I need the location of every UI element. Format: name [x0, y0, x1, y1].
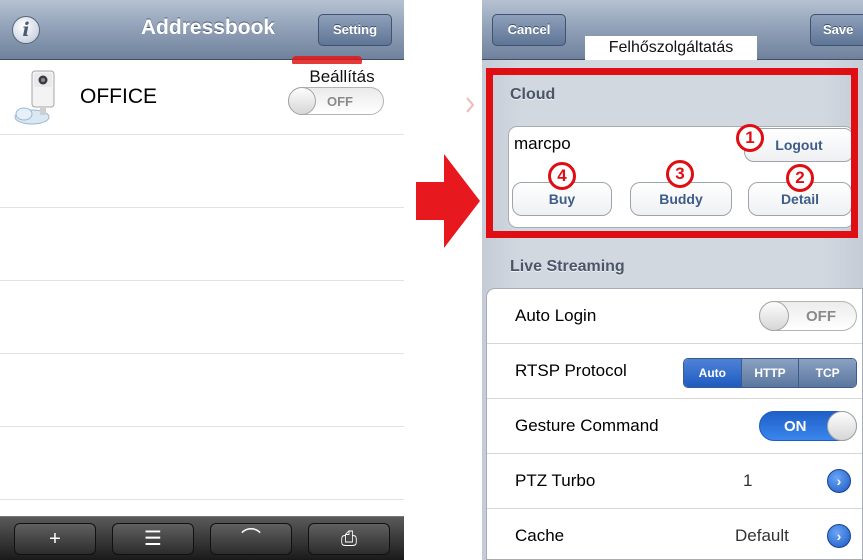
list-item[interactable]: OFFICE OFF: [0, 61, 404, 135]
cache-value: Default: [735, 526, 789, 545]
edit-list-icon[interactable]: ☰: [112, 523, 194, 555]
rtsp-protocol-segmented-control: Auto HTTP TCP: [683, 358, 857, 388]
auto-login-row: Auto Login OFF: [487, 289, 862, 344]
toggle-knob: [827, 411, 857, 441]
addressbook-screen: i Addressbook Setting Beállítás OFFICE O…: [0, 0, 404, 560]
cloud-callout-label: Felhőszolgáltatás: [585, 36, 757, 60]
right-arrow-icon: [416, 154, 480, 248]
auto-login-label: Auto Login: [515, 306, 597, 325]
segment-tcp[interactable]: TCP: [798, 359, 856, 387]
cache-row[interactable]: Cache Default ›: [487, 509, 862, 559]
addressbook-navbar: i Addressbook Setting: [0, 0, 404, 60]
settings-screen: Cancel Save Felhőszolgáltatás Cloud marc…: [482, 0, 863, 560]
info-icon[interactable]: i: [12, 16, 40, 44]
list-item-empty: [0, 281, 404, 354]
toggle-state-label: OFF: [806, 308, 836, 325]
live-streaming-card: Auto Login OFF RTSP Protocol Auto HTTP T…: [486, 288, 863, 560]
gesture-command-label: Gesture Command: [515, 416, 659, 435]
list-item-empty: [0, 208, 404, 281]
list-item-empty: [0, 135, 404, 208]
rtsp-protocol-label: RTSP Protocol: [515, 361, 627, 380]
cache-label: Cache: [515, 526, 565, 545]
list-item-empty: [0, 427, 404, 500]
save-button[interactable]: Save: [810, 14, 863, 46]
setting-button[interactable]: Setting: [318, 14, 392, 46]
gesture-command-row: Gesture Command ON: [487, 399, 862, 454]
cloud-highlight-frame: [486, 68, 858, 238]
chevron-right-icon[interactable]: ›: [827, 469, 851, 493]
print-icon[interactable]: ⎙: [308, 523, 390, 555]
device-list: OFFICE OFF: [0, 61, 404, 500]
page-title: Addressbook: [140, 16, 276, 39]
camera-icon: [14, 70, 55, 125]
ptz-turbo-label: PTZ Turbo: [515, 471, 596, 490]
live-streaming-section-label: Live Streaming: [510, 258, 625, 275]
rtsp-protocol-row: RTSP Protocol Auto HTTP TCP: [487, 344, 862, 399]
list-item-empty: [0, 354, 404, 427]
bottom-toolbar: + ☰ ⌒ ⎙: [0, 516, 404, 560]
auto-login-toggle[interactable]: OFF: [759, 301, 857, 331]
ptz-turbo-row[interactable]: PTZ Turbo 1 ›: [487, 454, 862, 509]
segment-http[interactable]: HTTP: [740, 359, 799, 387]
plus-icon[interactable]: +: [14, 523, 96, 555]
device-name: OFFICE: [80, 85, 157, 108]
chevron-right-icon[interactable]: ›: [827, 524, 851, 548]
device-toggle[interactable]: OFF: [288, 87, 384, 115]
chart-icon[interactable]: ⌒: [210, 523, 292, 555]
toggle-state-label: OFF: [327, 94, 353, 109]
gesture-command-toggle[interactable]: ON: [759, 411, 857, 441]
toggle-knob: [759, 301, 789, 331]
toggle-state-label: ON: [784, 418, 807, 435]
faint-chevron-mark: [466, 97, 475, 113]
ptz-turbo-value: 1: [743, 471, 753, 490]
segment-auto[interactable]: Auto: [684, 359, 741, 387]
cancel-button[interactable]: Cancel: [492, 14, 566, 46]
toggle-knob: [288, 87, 316, 115]
